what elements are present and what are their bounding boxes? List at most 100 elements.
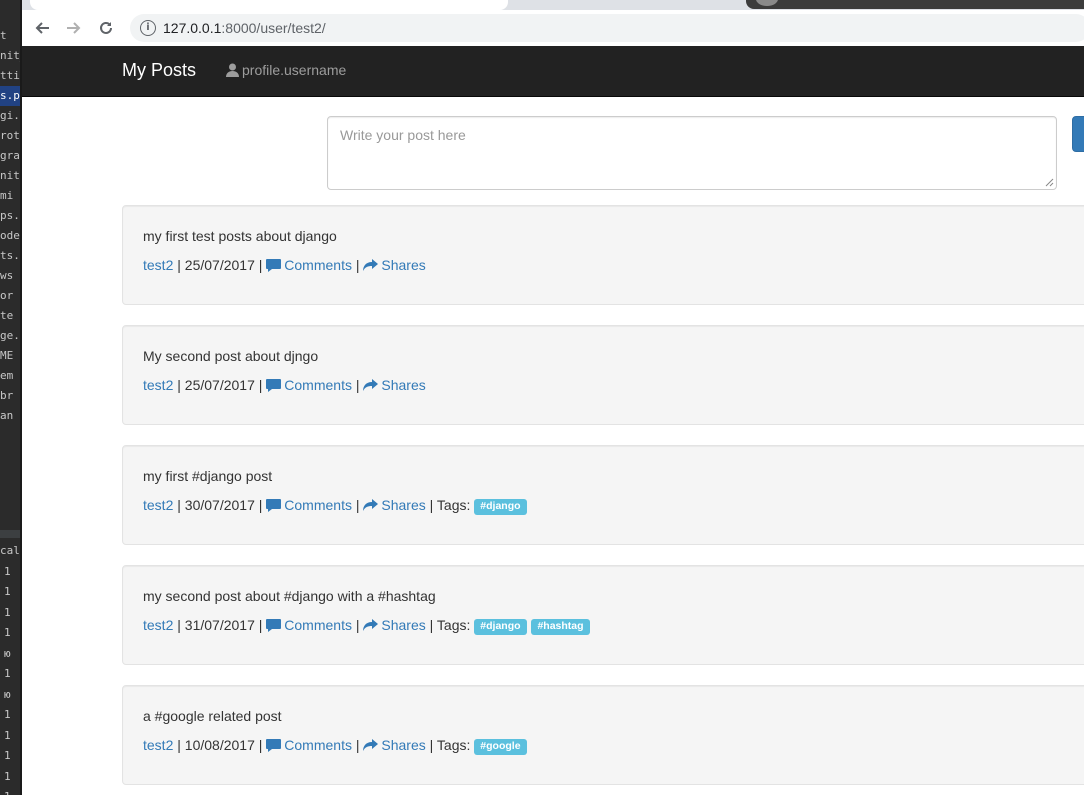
tags-label: Tags: [436,497,471,513]
meta-separator: | [429,617,434,633]
arrow-right-icon [67,22,81,34]
meta-separator: | [177,737,181,753]
ide-line: ws [0,269,14,282]
ide-line: ge. [0,329,20,342]
ide-line: 1 [4,564,11,578]
ide-line: gra [0,149,20,162]
meta-separator: | [258,497,263,513]
address-bar[interactable]: i 127.0.0.1:8000/user/test2/ [130,14,1084,42]
ide-line: 1 [4,708,11,721]
tag-badge[interactable]: #hashtag [531,619,590,635]
resize-grip-icon[interactable] [1045,178,1054,187]
tags-label: Tags: [436,617,471,633]
ide-line: ode [0,229,20,242]
author-link[interactable]: test2 [143,497,173,513]
info-icon[interactable]: i [140,20,156,36]
meta-separator: | [355,377,360,393]
comments-link[interactable]: Comments [266,497,352,513]
post-date: 25/07/2017 [184,377,255,393]
shares-label: Shares [381,377,426,393]
ide-line: ю [4,646,11,660]
meta-separator: | [429,737,434,753]
comments-label: Comments [284,737,352,753]
ide-line: 1 [0,787,20,795]
comments-link[interactable]: Comments [266,377,352,393]
tag-badge[interactable]: #django [474,619,527,635]
shares-link[interactable]: Shares [363,737,426,753]
ide-line: 1 [4,605,11,619]
meta-separator: | [177,497,181,513]
user-icon [226,63,239,77]
meta-separator: | [355,257,360,273]
share-icon [363,499,379,511]
nav-user-link[interactable]: profile.username [226,62,346,78]
shares-link[interactable]: Shares [363,257,426,273]
url-text[interactable]: 127.0.0.1:8000/user/test2/ [163,20,326,36]
post-card: my second post about #django with a #has… [122,565,1084,665]
ide-line: br [0,389,14,402]
ide-line: ps. [0,209,20,222]
tab-avatar-icon [756,0,778,6]
ide-line: cal [0,544,20,557]
post-card: my first test posts about django test2 | … [122,205,1084,305]
comment-icon [266,499,282,512]
navbar-brand[interactable]: My Posts [122,60,196,81]
nav-user-label: profile.username [242,62,347,78]
meta-separator: | [177,617,181,633]
meta-separator: | [355,497,360,513]
meta-separator: | [177,257,181,273]
shares-link[interactable]: Shares [363,377,426,393]
post-text: My second post about djngo [143,348,319,364]
meta-separator: | [258,737,263,753]
comments-label: Comments [284,617,352,633]
author-link[interactable]: test2 [143,377,173,393]
background-window-tab[interactable] [746,0,1084,9]
post-date: 25/07/2017 [184,257,255,273]
share-icon [363,739,379,751]
post-textarea[interactable]: Write your post here [327,116,1057,190]
author-link[interactable]: test2 [143,617,173,633]
reload-button[interactable] [94,16,118,40]
post-meta: test2 | 31/07/2017 | Comments | Shares |… [143,617,591,635]
comments-label: Comments [284,257,352,273]
arrow-left-icon [35,22,49,34]
tag-badge[interactable]: #django [474,499,527,515]
shares-label: Shares [381,257,426,273]
meta-separator: | [258,377,263,393]
ide-line: 1 [4,667,11,680]
ide-line: ю [4,687,11,701]
post-text: a #google related post [143,708,282,724]
comments-link[interactable]: Comments [266,737,352,753]
site-navbar: My Posts profile.username [22,46,1084,97]
tag-badge[interactable]: #google [474,739,527,755]
share-icon [363,259,379,271]
ide-line: te [0,309,14,322]
browser-toolbar: i 127.0.0.1:8000/user/test2/ [22,10,1084,46]
ide-line: t [0,29,7,42]
meta-separator: | [355,617,360,633]
ide-line: ttin [0,69,20,82]
comment-icon [266,619,282,632]
back-button[interactable] [30,16,54,40]
ide-line: ts. [0,249,20,262]
comments-link[interactable]: Comments [266,257,352,273]
post-date: 31/07/2017 [184,617,255,633]
comment-icon [266,379,282,392]
post-meta: test2 | 25/07/2017 | Comments | Shares [143,377,426,393]
active-tab[interactable] [30,0,508,10]
author-link[interactable]: test2 [143,737,173,753]
ide-line: 1 [4,749,11,762]
post-date: 30/07/2017 [184,497,255,513]
ide-line: ME [0,349,14,362]
post-submit-button[interactable] [1072,116,1084,152]
author-link[interactable]: test2 [143,257,173,273]
post-text: my first #django post [143,468,273,484]
forward-button[interactable] [62,16,86,40]
ide-line: or [0,289,14,302]
comments-link[interactable]: Comments [266,617,352,633]
comment-icon [266,739,282,752]
shares-link[interactable]: Shares [363,617,426,633]
shares-link[interactable]: Shares [363,497,426,513]
ide-line: mi [0,189,14,202]
comment-icon [266,259,282,272]
